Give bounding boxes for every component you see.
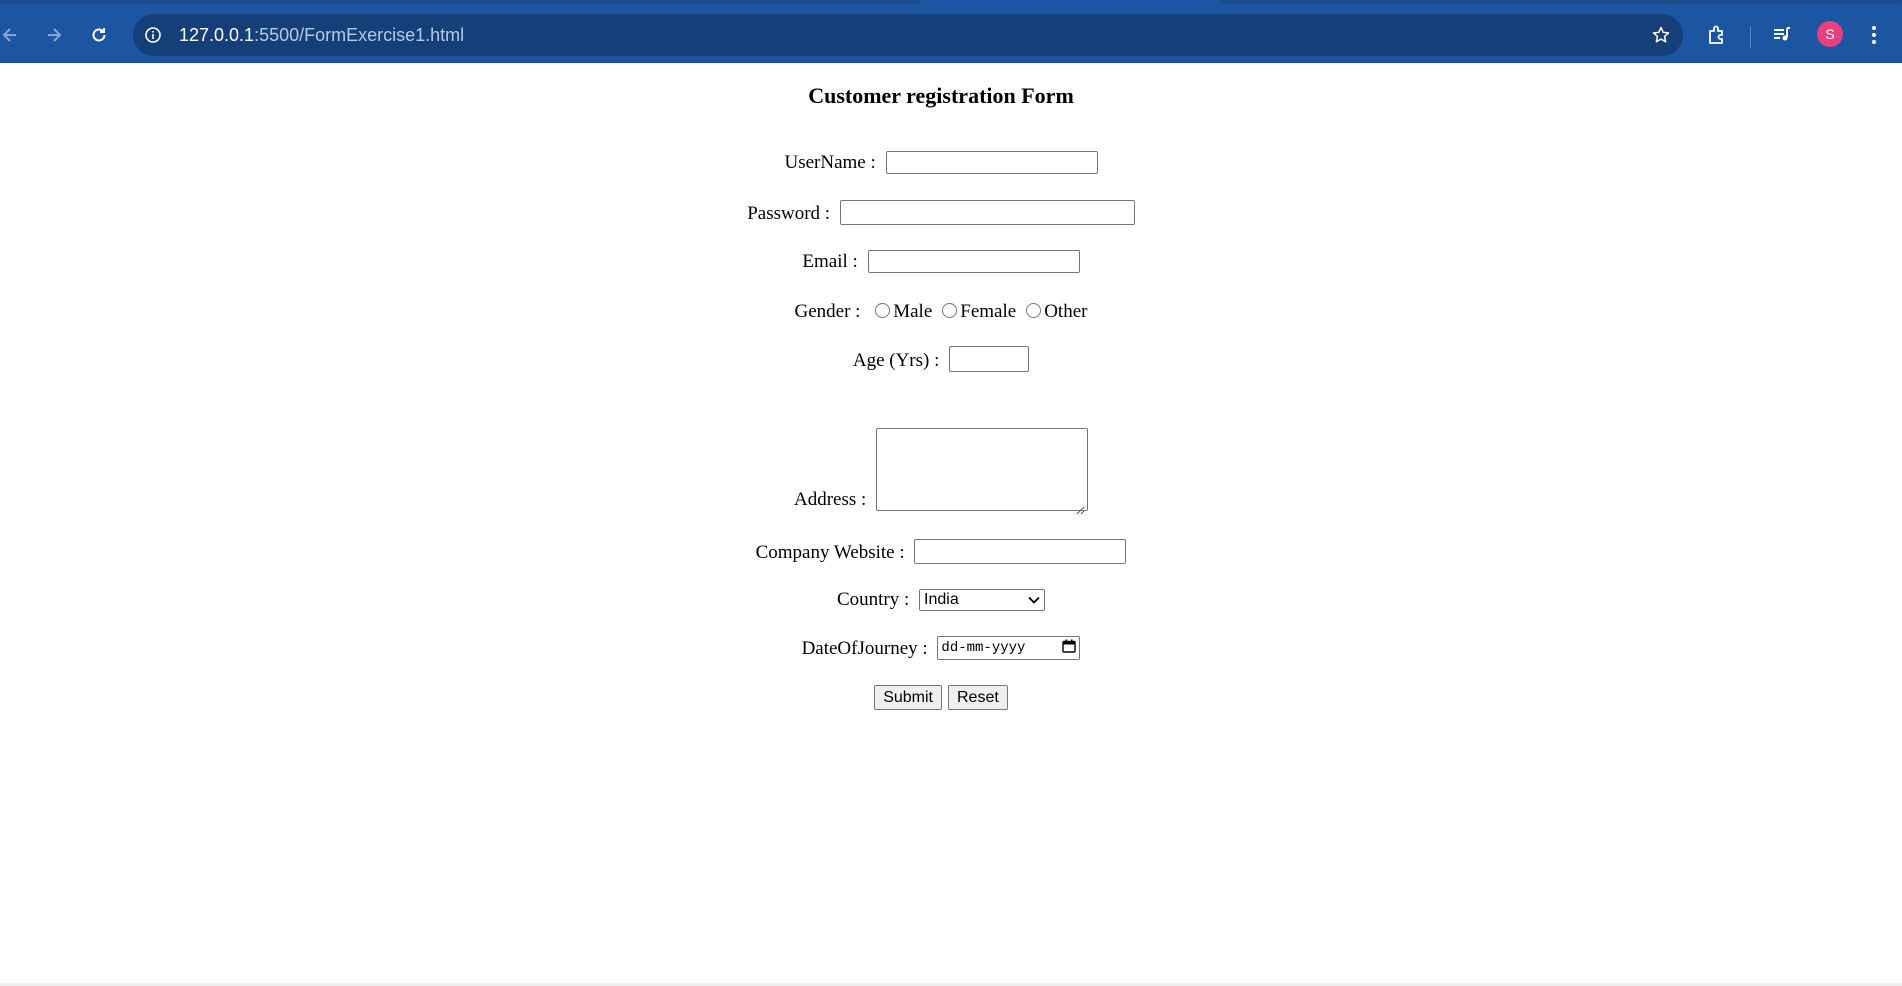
address-row: Address : <box>0 428 1882 515</box>
avatar[interactable]: S <box>1817 21 1843 47</box>
address-bar[interactable]: 127.0.0.1:5500/FormExercise1.html <box>133 14 1683 56</box>
address-label: Address : <box>793 489 872 510</box>
gender-radio-other[interactable] <box>1026 303 1042 318</box>
password-label: Password : <box>747 203 835 224</box>
reload-icon <box>89 25 109 50</box>
tab-edge <box>0 0 920 4</box>
reset-button[interactable]: Reset <box>948 685 1008 710</box>
page-content: Customer registration Form UserName : Pa… <box>0 63 1902 983</box>
country-label: Country : <box>836 589 915 610</box>
more-menu-button[interactable] <box>1858 21 1890 53</box>
website-input[interactable] <box>914 539 1127 564</box>
email-input[interactable] <box>867 250 1080 273</box>
info-icon[interactable] <box>143 25 163 45</box>
forward-button[interactable] <box>38 21 70 53</box>
address-textarea[interactable] <box>876 428 1089 515</box>
gender-option-label: Other <box>1044 301 1088 322</box>
back-arrow-icon <box>0 25 20 50</box>
website-row: Company Website : <box>0 539 1882 564</box>
reload-button[interactable] <box>83 21 115 53</box>
toolbar-divider <box>1750 26 1751 48</box>
url-host: 127.0.0.1 <box>179 25 255 45</box>
age-label: Age (Yrs) : <box>852 350 945 371</box>
url-text[interactable]: 127.0.0.1:5500/FormExercise1.html <box>179 14 464 56</box>
media-control-button[interactable] <box>1766 21 1798 53</box>
back-button[interactable] <box>0 21 26 53</box>
browser-chrome: 127.0.0.1:5500/FormExercise1.html S <box>0 0 1902 63</box>
page-title: Customer registration Form <box>808 83 1074 108</box>
calendar-icon[interactable] <box>1062 639 1077 658</box>
browser-toolbar: 127.0.0.1:5500/FormExercise1.html <box>0 12 1902 63</box>
tab-strip <box>0 0 1902 12</box>
url-path: :5500/FormExercise1.html <box>254 25 465 45</box>
gender-option-label: Male <box>893 301 933 322</box>
extensions-button[interactable] <box>1701 21 1733 53</box>
star-icon[interactable] <box>1649 23 1673 47</box>
username-input[interactable] <box>885 151 1098 174</box>
forward-arrow-icon <box>44 25 64 50</box>
date-placeholder: dd-mm-yyyy <box>941 640 1026 656</box>
country-selected-value: India <box>924 591 959 608</box>
gender-radio-female[interactable] <box>942 303 958 318</box>
buttons-row: Submit Reset <box>0 685 1882 710</box>
password-input[interactable] <box>839 200 1135 225</box>
chevron-down-icon <box>1028 591 1040 609</box>
gender-option-label: Female <box>960 301 1017 322</box>
email-label: Email : <box>802 251 863 272</box>
age-input[interactable] <box>949 346 1030 372</box>
website-label: Company Website : <box>755 542 910 563</box>
media-control-icon <box>1771 24 1793 51</box>
age-row: Age (Yrs) : <box>0 346 1882 372</box>
gender-radio-male[interactable] <box>875 303 891 318</box>
more-menu-icon <box>1871 25 1877 50</box>
extensions-icon <box>1706 24 1728 51</box>
username-label: UserName : <box>784 152 881 173</box>
date-row: DateOfJourney : dd-mm-yyyy <box>0 636 1882 660</box>
country-row: Country : India <box>0 589 1882 611</box>
submit-button[interactable]: Submit <box>874 685 942 710</box>
gender-row: Gender : Male Female Other <box>0 301 1882 323</box>
date-input[interactable]: dd-mm-yyyy <box>937 636 1081 660</box>
email-row: Email : <box>0 250 1882 273</box>
username-row: UserName : <box>0 151 1882 174</box>
gender-label: Gender : <box>794 301 866 322</box>
password-row: Password : <box>0 200 1882 225</box>
country-select[interactable]: India <box>919 589 1046 611</box>
tab-edge <box>1220 0 1902 4</box>
resize-grip-icon[interactable] <box>1076 499 1085 515</box>
date-label: DateOfJourney : <box>801 638 933 659</box>
